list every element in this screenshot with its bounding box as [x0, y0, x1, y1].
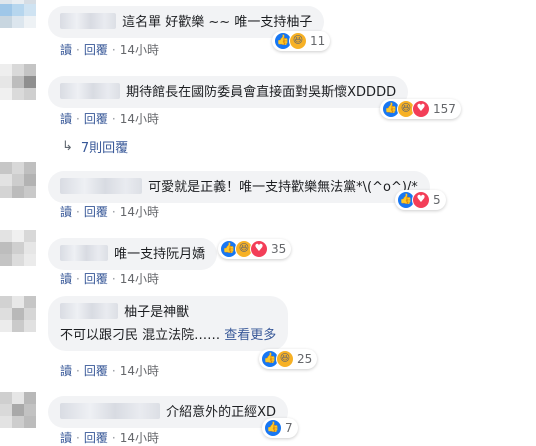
comment-text-continued: 不可以跟刁民 混立法院……	[60, 328, 221, 343]
reply-link[interactable]: 回覆	[84, 272, 108, 286]
comment-bubble: 介紹意外的正經XD	[48, 396, 289, 428]
reaction-count: 7	[285, 421, 293, 435]
love-icon: ♥	[412, 100, 430, 118]
like-link[interactable]: 讀	[60, 112, 72, 126]
see-more-link[interactable]: 查看更多	[224, 328, 276, 343]
love-icon: ♥	[412, 191, 430, 209]
comment-bubble: 期待館長在國防委員會直接面對吳斯懷XDDDD	[48, 76, 409, 108]
comment-text: 柚子是神獸	[124, 305, 190, 320]
reaction-summary[interactable]: 👍 7	[262, 418, 298, 438]
reaction-count: 25	[297, 352, 313, 366]
comment-actions: 讀 · 回覆 · 14小時	[60, 205, 159, 219]
like-link[interactable]: 讀	[60, 364, 72, 378]
comment-text: 這名單 好歡樂 ~~ 唯一支持柚子	[122, 15, 313, 30]
avatar[interactable]	[0, 296, 36, 332]
comment-actions: 讀 · 回覆 · 14小時	[60, 112, 159, 126]
commenter-name[interactable]	[60, 303, 118, 319]
haha-icon: 😆	[289, 32, 307, 50]
commenter-name[interactable]	[60, 83, 120, 99]
reaction-summary[interactable]: 👍 😆 11	[272, 31, 331, 51]
timestamp[interactable]: 14小時	[120, 205, 159, 219]
commenter-name[interactable]	[60, 245, 108, 261]
reaction-summary[interactable]: 👍 😆 25	[259, 349, 318, 369]
comment-actions: 讀 · 回覆 · 14小時	[60, 364, 159, 378]
like-link[interactable]: 讀	[60, 205, 72, 219]
timestamp[interactable]: 14小時	[120, 112, 159, 126]
avatar[interactable]	[0, 162, 36, 198]
avatar[interactable]	[0, 64, 36, 100]
timestamp[interactable]: 14小時	[120, 272, 159, 286]
reply-link[interactable]: 回覆	[84, 205, 108, 219]
comment-actions: 讀 · 回覆 · 14小時	[60, 272, 159, 286]
comment-text: 期待館長在國防委員會直接面對吳斯懷XDDDD	[126, 85, 397, 100]
comment-text: 介紹意外的正經XD	[166, 405, 277, 420]
reaction-count: 5	[433, 193, 441, 207]
reaction-summary[interactable]: 👍 ♥ 5	[395, 190, 446, 210]
replies-count: 7則回覆	[80, 141, 129, 156]
reaction-summary[interactable]: 👍 😆 ♥ 157	[380, 99, 461, 119]
like-link[interactable]: 讀	[60, 272, 72, 286]
reply-link[interactable]: 回覆	[84, 112, 108, 126]
timestamp[interactable]: 14小時	[120, 364, 159, 378]
commenter-name[interactable]	[60, 178, 142, 194]
comment-text: 可愛就是正義！唯一支持歡樂無法黨*\(^o^)/*	[148, 180, 418, 195]
commenter-name[interactable]	[60, 13, 116, 29]
comment-text: 唯一支持阮月嬌	[114, 247, 206, 262]
comment-bubble: 可愛就是正義！唯一支持歡樂無法黨*\(^o^)/*	[48, 171, 430, 203]
reply-link[interactable]: 回覆	[84, 364, 108, 378]
reaction-count: 35	[271, 242, 287, 256]
comment-actions: 讀 · 回覆 · 14小時	[60, 43, 159, 57]
comment-bubble: 唯一支持阮月嬌	[48, 238, 218, 270]
comment-bubble: 柚子是神獸 不可以跟刁民 混立法院…… 查看更多	[48, 296, 289, 351]
avatar[interactable]	[0, 230, 36, 266]
comment-actions: 讀 · 回覆 · 14小時	[60, 431, 159, 445]
view-replies-link[interactable]: ↳ 7則回覆	[62, 137, 128, 156]
reply-arrow-icon: ↳	[62, 139, 73, 154]
reply-link[interactable]: 回覆	[84, 43, 108, 57]
reaction-count: 11	[310, 34, 326, 48]
haha-icon: 😆	[276, 350, 294, 368]
reaction-count: 157	[433, 102, 456, 116]
like-icon: 👍	[264, 419, 282, 437]
love-icon: ♥	[250, 240, 268, 258]
timestamp[interactable]: 14小時	[120, 431, 159, 445]
avatar[interactable]	[0, 392, 36, 428]
reaction-summary[interactable]: 👍 😆 ♥ 35	[218, 239, 292, 259]
commenter-name[interactable]	[60, 403, 160, 419]
avatar[interactable]	[0, 0, 36, 38]
reply-link[interactable]: 回覆	[84, 431, 108, 445]
like-link[interactable]: 讀	[60, 43, 72, 57]
like-link[interactable]: 讀	[60, 431, 72, 445]
timestamp[interactable]: 14小時	[120, 43, 159, 57]
